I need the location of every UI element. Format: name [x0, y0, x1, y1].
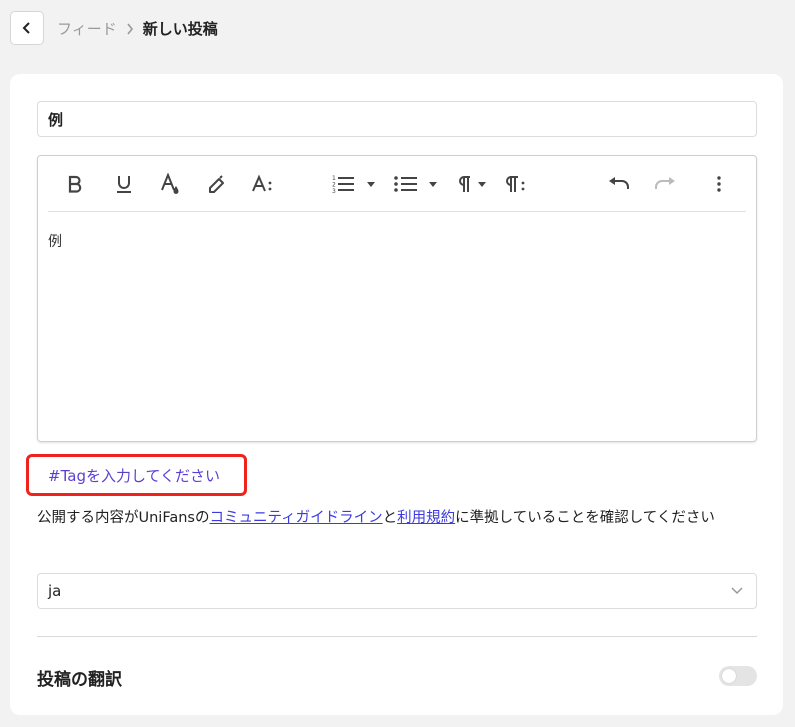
divider [37, 636, 757, 637]
redo-icon [655, 177, 675, 189]
highlight-button[interactable] [205, 171, 229, 197]
tag-input[interactable]: #Tagを入力してください [26, 454, 247, 496]
terms-prefix: 公開する内容がUniFansの [37, 510, 210, 526]
terms-of-service-link[interactable]: 利用規約 [397, 510, 455, 526]
bold-icon [68, 175, 82, 193]
text-color-icon [161, 173, 179, 194]
toggle-knob [722, 669, 736, 683]
caret-down-icon [367, 182, 375, 187]
paragraph-button[interactable] [454, 171, 492, 197]
paragraph-icon [459, 176, 486, 192]
breadcrumb-feed-link[interactable]: フィード [57, 18, 117, 39]
top-bar: フィード 新しい投稿 [0, 0, 795, 60]
undo-icon [609, 177, 629, 189]
editor-toolbar: 1 2 3 [48, 156, 746, 212]
svg-text:3: 3 [332, 188, 336, 194]
terms-notice: 公開する内容がUniFansのコミュニティガイドラインと利用規約に準拠しているこ… [37, 506, 759, 531]
redo-button[interactable] [652, 171, 678, 197]
terms-suffix: に準拠していることを確認してください [455, 510, 715, 526]
rich-text-editor[interactable]: 1 2 3 例 [37, 155, 757, 442]
post-title-input[interactable]: 例 [37, 101, 757, 137]
bold-button[interactable] [64, 171, 86, 197]
ordered-list-icon: 1 2 3 [332, 175, 375, 194]
bullet-list-button[interactable] [392, 171, 442, 197]
chevron-left-icon [22, 22, 30, 34]
breadcrumb: フィード 新しい投稿 [57, 18, 218, 39]
chevron-down-icon [731, 587, 743, 595]
paragraph-format-icon [506, 176, 525, 192]
undo-button[interactable] [606, 171, 632, 197]
paragraph-format-button[interactable] [503, 171, 531, 197]
ordered-list-button[interactable]: 1 2 3 [330, 171, 380, 197]
underline-icon [117, 176, 131, 193]
chevron-right-icon [126, 23, 134, 35]
text-color-button[interactable] [158, 171, 182, 197]
terms-middle: と [382, 510, 398, 526]
translation-toggle[interactable] [719, 666, 757, 686]
font-size-icon [252, 174, 272, 192]
highlight-icon [209, 175, 224, 193]
more-options-button[interactable] [709, 171, 729, 197]
language-select[interactable]: ja [37, 573, 757, 609]
more-vertical-icon [717, 176, 721, 192]
editor-content[interactable]: 例 [48, 231, 62, 251]
translation-label: 投稿の翻訳 [37, 670, 122, 690]
back-button[interactable] [10, 11, 44, 45]
bullet-list-icon [394, 176, 437, 192]
post-form-card: 例 1 2 3 例 #Tagを入力してください 公開する内容がUniFansのコ… [10, 74, 783, 715]
page-title: 新しい投稿 [142, 20, 218, 38]
language-value: ja [48, 582, 62, 600]
community-guidelines-link[interactable]: コミュニティガイドライン [209, 510, 382, 526]
font-size-button[interactable] [250, 171, 276, 197]
underline-button[interactable] [112, 171, 136, 197]
